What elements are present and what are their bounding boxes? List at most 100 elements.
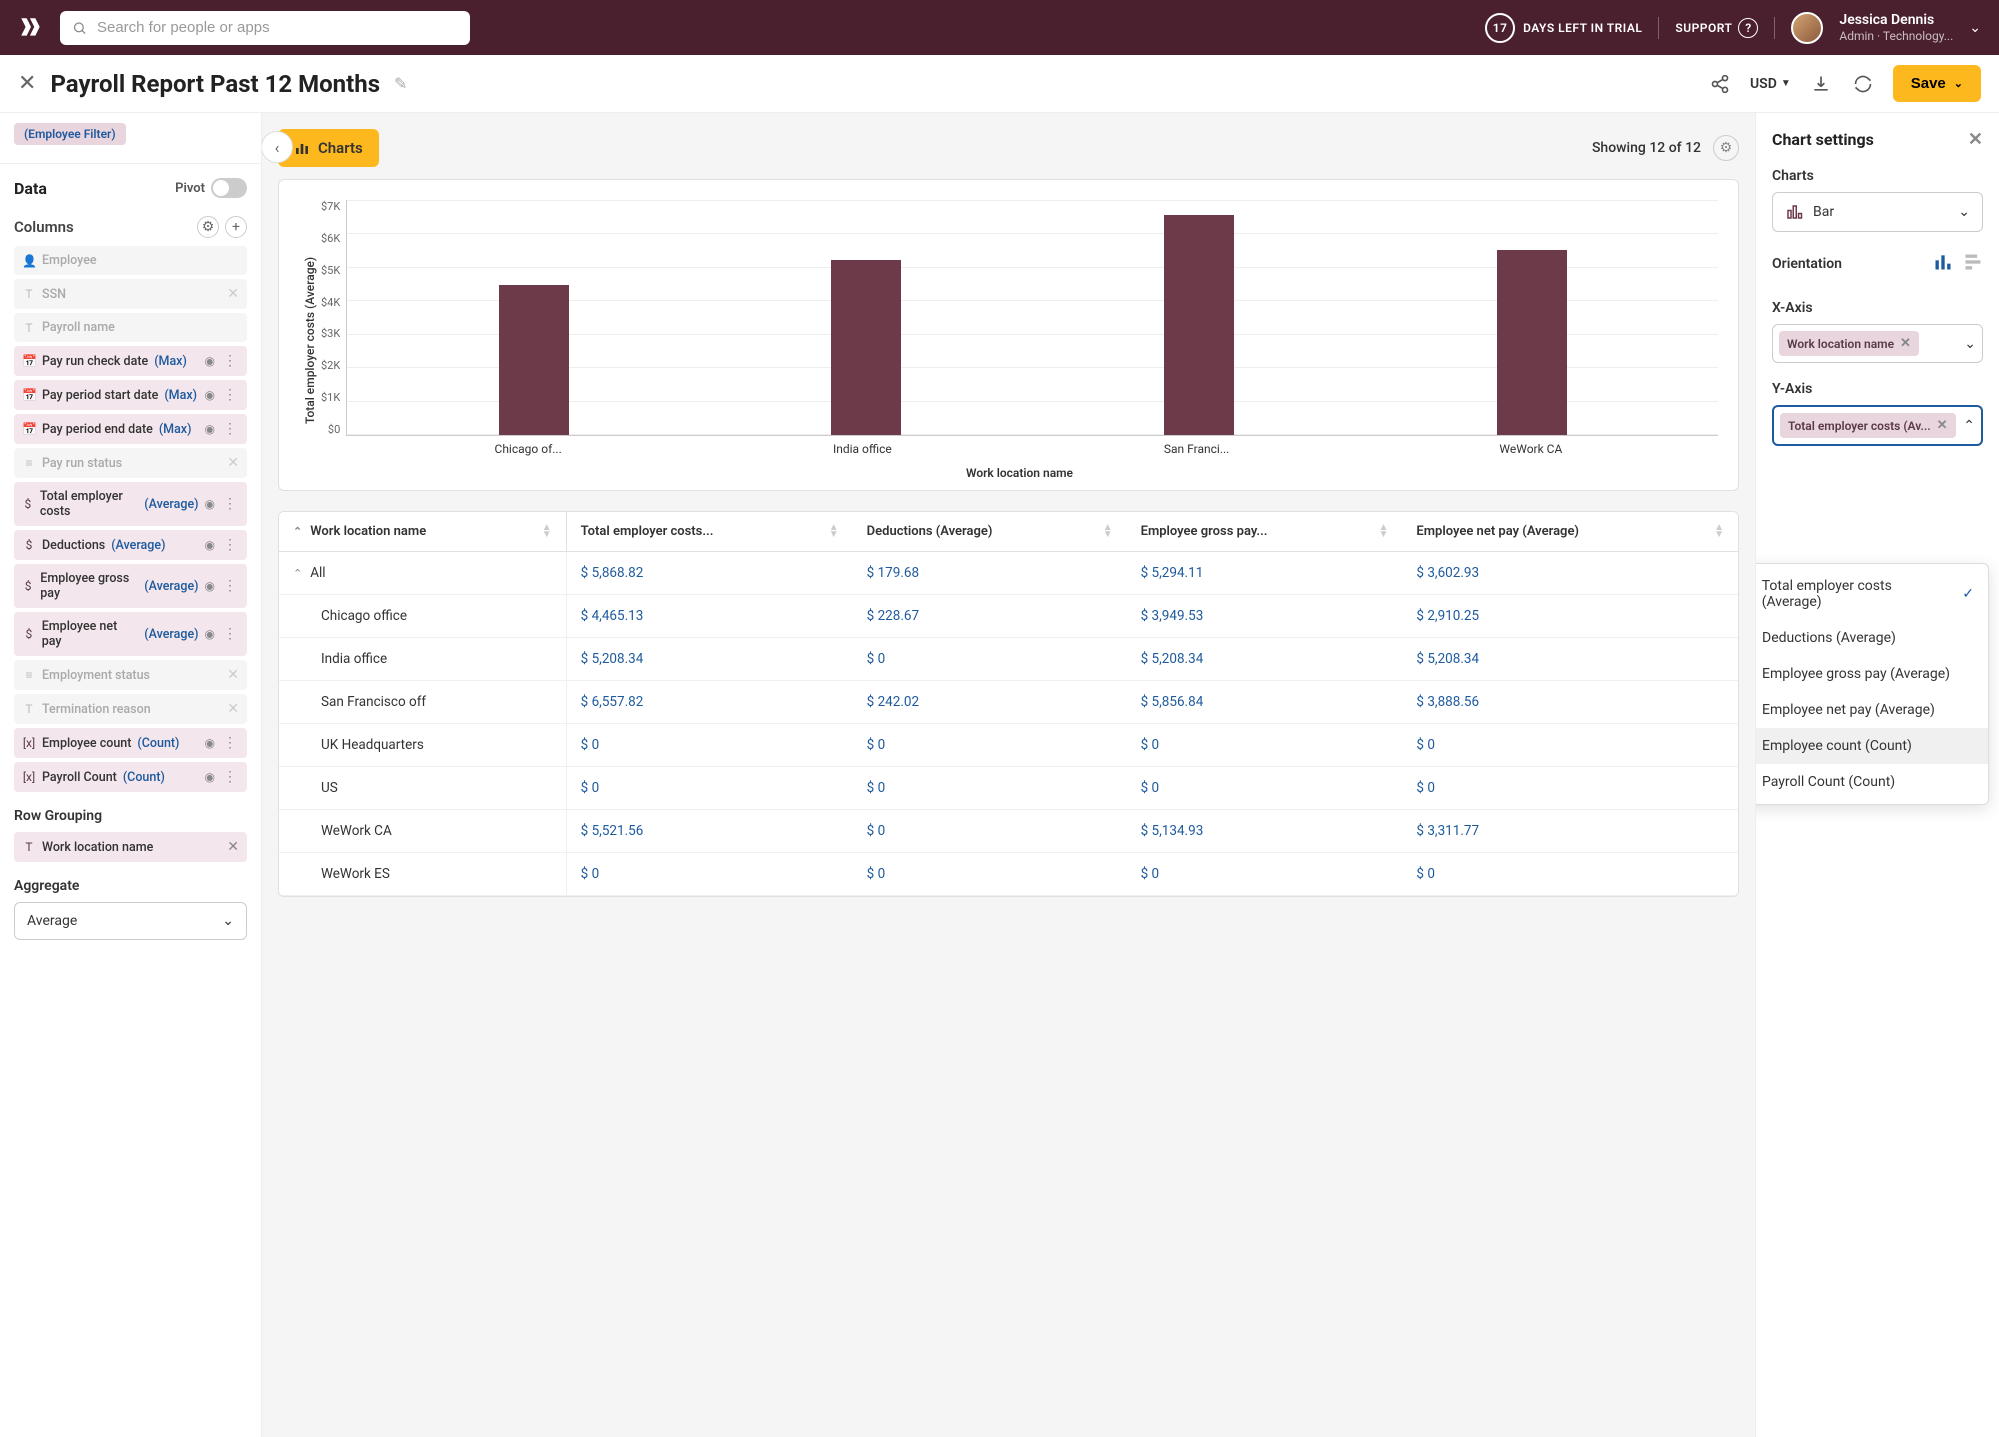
column-item[interactable]: $ Deductions (Average)◉⋮ xyxy=(14,530,247,560)
table-header[interactable]: Total employer costs...▲▼ xyxy=(566,512,853,552)
table-row[interactable]: WeWork CA$ 5,521.56$ 0$ 5,134.93$ 3,311.… xyxy=(279,810,1738,853)
column-item[interactable]: ≡ Employment status✕ xyxy=(14,660,247,690)
table-row[interactable]: WeWork ES$ 0$ 0$ 0$ 0 xyxy=(279,853,1738,896)
collapse-left-panel-icon[interactable]: ‹ xyxy=(262,131,293,163)
dropdown-option[interactable]: $ Deductions (Average) xyxy=(1755,620,1988,656)
chart-settings-icon[interactable]: ⚙ xyxy=(1713,135,1739,161)
sort-icon[interactable]: ▲▼ xyxy=(1378,524,1388,538)
user-avatar[interactable] xyxy=(1791,12,1823,44)
column-item[interactable]: ≡ Pay run status✕ xyxy=(14,448,247,478)
y-axis-select[interactable]: Total employer costs (Av... ✕ ⌃ xyxy=(1772,405,1983,446)
support-link[interactable]: SUPPORT ? xyxy=(1675,18,1758,38)
table-row[interactable]: San Francisco off$ 6,557.82$ 242.02$ 5,8… xyxy=(279,681,1738,724)
column-item[interactable]: T SSN✕ xyxy=(14,279,247,309)
chart-bar[interactable] xyxy=(831,260,901,435)
column-menu-icon[interactable]: ⋮ xyxy=(221,496,239,512)
remove-column-icon[interactable]: ✕ xyxy=(227,286,239,302)
employee-filter-chip[interactable]: (Employee Filter) xyxy=(14,123,126,145)
column-item[interactable]: 📅 Pay period end date (Max)◉⋮ xyxy=(14,414,247,444)
charts-button[interactable]: Charts xyxy=(278,129,379,167)
row-grouping-item[interactable]: T Work location name ✕ xyxy=(14,832,247,862)
download-icon[interactable] xyxy=(1809,72,1833,96)
horizontal-orientation-icon[interactable] xyxy=(1963,252,1983,276)
chevron-down-icon[interactable]: ⌄ xyxy=(1969,20,1981,36)
aggregate-select[interactable]: Average ⌄ xyxy=(14,902,247,940)
column-item[interactable]: [x] Employee count (Count)◉⋮ xyxy=(14,728,247,758)
expand-all-icon[interactable]: ⌃ xyxy=(293,525,302,538)
table-row[interactable]: US$ 0$ 0$ 0$ 0 xyxy=(279,767,1738,810)
app-logo[interactable] xyxy=(18,15,44,41)
collapse-row-icon[interactable]: ⌃ xyxy=(293,567,302,580)
sort-icon[interactable]: ▲▼ xyxy=(542,524,552,538)
column-item[interactable]: 📅 Pay run check date (Max)◉⋮ xyxy=(14,346,247,376)
table-header[interactable]: Employee net pay (Average)▲▼ xyxy=(1402,512,1738,552)
table-header[interactable]: Employee gross pay...▲▼ xyxy=(1127,512,1403,552)
table-row[interactable]: UK Headquarters$ 0$ 0$ 0$ 0 xyxy=(279,724,1738,767)
x-axis-select[interactable]: Work location name ✕ ⌄ xyxy=(1772,324,1983,363)
column-menu-icon[interactable]: ⋮ xyxy=(221,769,239,785)
column-item[interactable]: T Termination reason✕ xyxy=(14,694,247,724)
remove-column-icon[interactable]: ✕ xyxy=(227,667,239,683)
column-menu-icon[interactable]: ⋮ xyxy=(221,387,239,403)
remove-column-icon[interactable]: ✕ xyxy=(227,701,239,717)
chart-type-select[interactable]: Bar ⌄ xyxy=(1772,192,1983,232)
table-row[interactable]: India office$ 5,208.34$ 0$ 5,208.34$ 5,2… xyxy=(279,638,1738,681)
visibility-icon[interactable]: ◉ xyxy=(205,497,215,511)
dropdown-option[interactable]: $ Employee net pay (Average) xyxy=(1755,692,1988,728)
table-header[interactable]: ⌃Work location name▲▼ xyxy=(279,512,566,552)
chart-bar[interactable] xyxy=(1164,215,1234,435)
visibility-icon[interactable]: ◉ xyxy=(205,354,215,368)
sort-icon[interactable]: ▲▼ xyxy=(829,524,839,538)
chart-bar[interactable] xyxy=(499,285,569,435)
save-button[interactable]: Save ⌄ xyxy=(1893,65,1981,102)
chart-bar[interactable] xyxy=(1497,250,1567,435)
edit-title-icon[interactable]: ✎ xyxy=(394,74,407,93)
column-menu-icon[interactable]: ⋮ xyxy=(221,578,239,594)
sort-icon[interactable]: ▲▼ xyxy=(1103,524,1113,538)
column-item[interactable]: $ Employee net pay (Average)◉⋮ xyxy=(14,612,247,656)
column-menu-icon[interactable]: ⋮ xyxy=(221,735,239,751)
dropdown-option[interactable]: [x] Employee count (Count) xyxy=(1755,728,1988,764)
user-info[interactable]: Jessica Dennis Admin · Technology... xyxy=(1839,12,1953,43)
visibility-icon[interactable]: ◉ xyxy=(205,422,215,436)
column-menu-icon[interactable]: ⋮ xyxy=(221,537,239,553)
vertical-orientation-icon[interactable] xyxy=(1933,252,1953,276)
column-item[interactable]: 📅 Pay period start date (Max)◉⋮ xyxy=(14,380,247,410)
dropdown-option[interactable]: $ Total employer costs (Average)✓ xyxy=(1755,568,1988,620)
remove-icon[interactable]: ✕ xyxy=(227,839,239,855)
close-icon[interactable]: ✕ xyxy=(18,71,36,96)
refresh-icon[interactable] xyxy=(1851,72,1875,96)
column-item[interactable]: 👤 Employee xyxy=(14,246,247,275)
trial-badge[interactable]: 17 DAYS LEFT IN TRIAL xyxy=(1485,13,1642,43)
column-menu-icon[interactable]: ⋮ xyxy=(221,626,239,642)
share-icon[interactable] xyxy=(1708,72,1732,96)
remove-x-axis-icon[interactable]: ✕ xyxy=(1900,336,1911,351)
search-input[interactable] xyxy=(97,19,458,36)
visibility-icon[interactable]: ◉ xyxy=(205,579,215,593)
table-row[interactable]: ⌃All$ 5,868.82$ 179.68$ 5,294.11$ 3,602.… xyxy=(279,552,1738,595)
search-box[interactable] xyxy=(60,11,470,45)
column-item[interactable]: $ Total employer costs (Average)◉⋮ xyxy=(14,482,247,526)
visibility-icon[interactable]: ◉ xyxy=(205,770,215,784)
visibility-icon[interactable]: ◉ xyxy=(205,627,215,641)
column-menu-icon[interactable]: ⋮ xyxy=(221,353,239,369)
visibility-icon[interactable]: ◉ xyxy=(205,538,215,552)
table-header[interactable]: Deductions (Average)▲▼ xyxy=(853,512,1127,552)
add-column-icon[interactable]: + xyxy=(225,216,247,238)
close-panel-icon[interactable]: ✕ xyxy=(1968,129,1983,150)
column-item[interactable]: [x] Payroll Count (Count)◉⋮ xyxy=(14,762,247,792)
remove-column-icon[interactable]: ✕ xyxy=(227,455,239,471)
pivot-toggle[interactable] xyxy=(211,178,247,198)
column-item[interactable]: $ Employee gross pay (Average)◉⋮ xyxy=(14,564,247,608)
remove-y-axis-icon[interactable]: ✕ xyxy=(1937,418,1948,433)
column-menu-icon[interactable]: ⋮ xyxy=(221,421,239,437)
dropdown-option[interactable]: $ Employee gross pay (Average) xyxy=(1755,656,1988,692)
table-row[interactable]: Chicago office$ 4,465.13$ 228.67$ 3,949.… xyxy=(279,595,1738,638)
visibility-icon[interactable]: ◉ xyxy=(205,736,215,750)
column-item[interactable]: T Payroll name xyxy=(14,313,247,342)
columns-settings-icon[interactable]: ⚙ xyxy=(197,216,219,238)
dropdown-option[interactable]: [x] Payroll Count (Count) xyxy=(1755,764,1988,800)
sort-icon[interactable]: ▲▼ xyxy=(1714,524,1724,538)
visibility-icon[interactable]: ◉ xyxy=(205,388,215,402)
currency-select[interactable]: USD ▼ xyxy=(1750,76,1791,92)
